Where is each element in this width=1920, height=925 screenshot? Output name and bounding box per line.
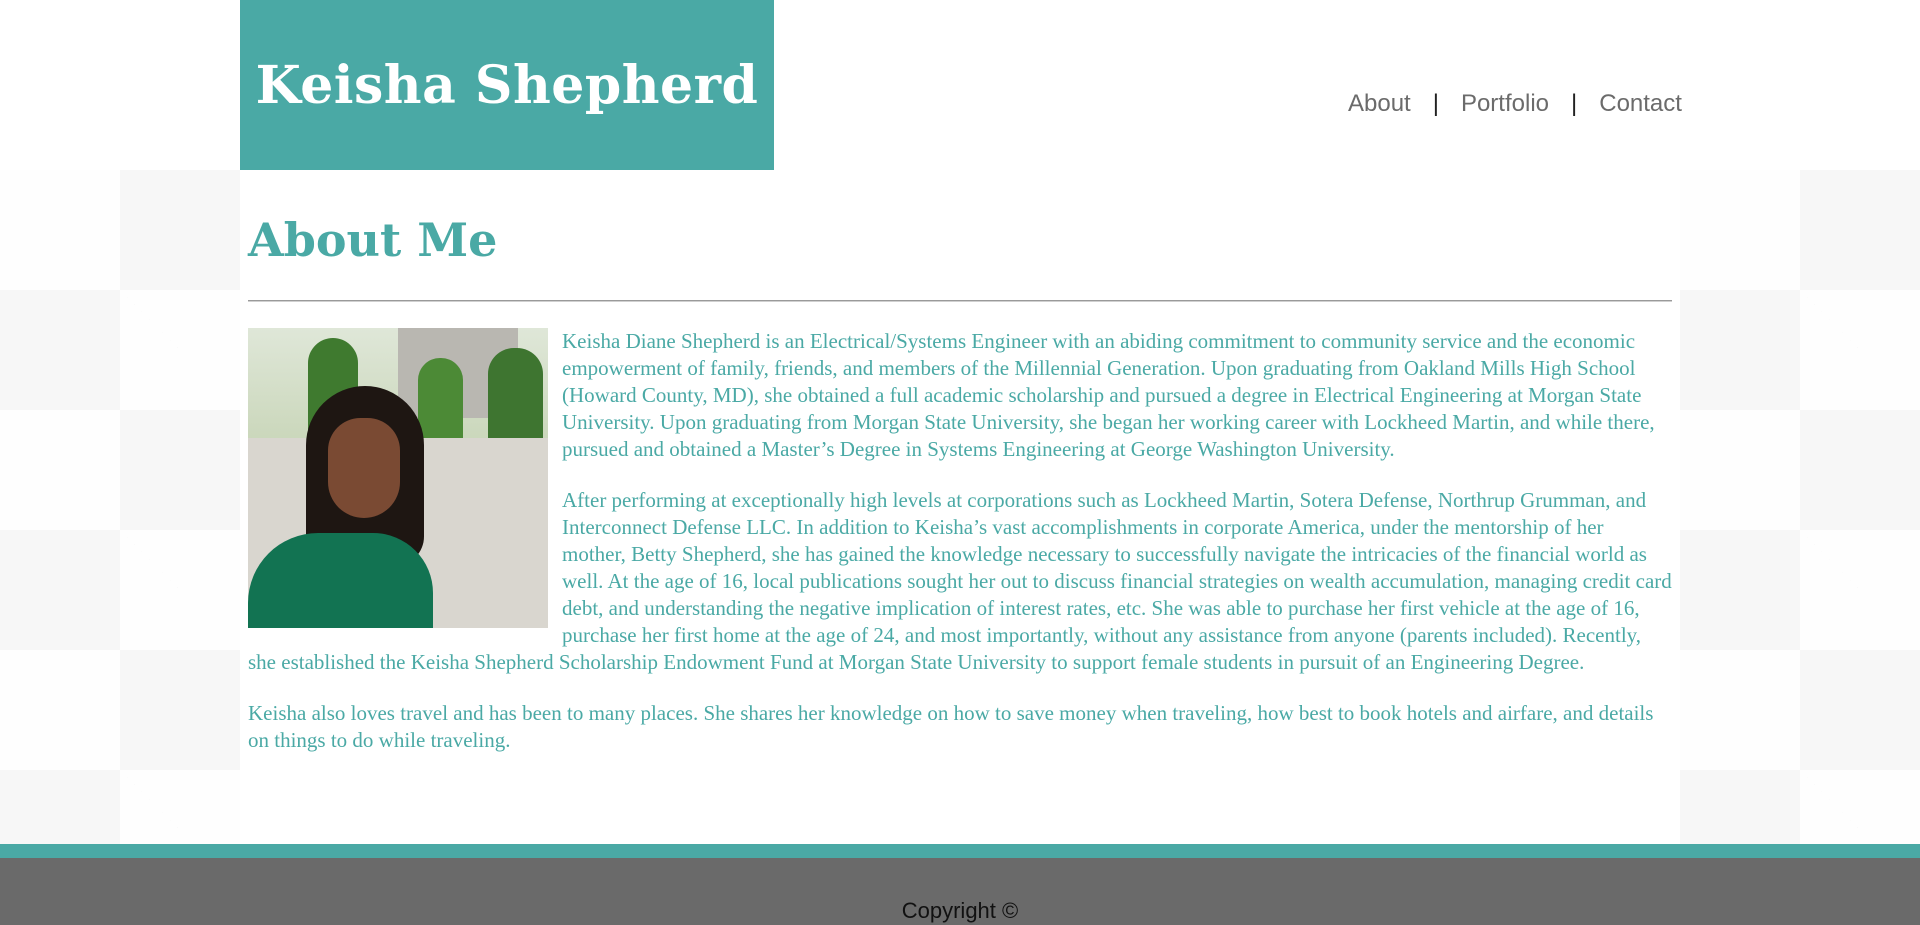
copyright-text: Copyright © xyxy=(901,898,1019,923)
nav-separator: | xyxy=(1571,90,1578,117)
nav-separator: | xyxy=(1432,90,1439,117)
divider xyxy=(248,300,1672,302)
about-content: About Me Keisha Diane Shepherd is an Ele… xyxy=(240,170,1680,844)
profile-photo xyxy=(248,328,548,628)
photo-person-body xyxy=(248,533,433,628)
nav-about-link[interactable]: About xyxy=(1348,90,1411,118)
site-header: Keisha Shepherd About | Portfolio | Cont… xyxy=(0,0,1920,170)
bio-paragraph: Keisha also loves travel and has been to… xyxy=(248,701,1654,752)
footer-accent-stripe xyxy=(0,844,1920,858)
page-title: About Me xyxy=(248,213,498,267)
brand-block[interactable]: Keisha Shepherd xyxy=(240,0,774,170)
photo-person-face xyxy=(328,418,400,518)
site-title[interactable]: Keisha Shepherd xyxy=(256,55,759,116)
about-section: About Me Keisha Diane Shepherd is an Ele… xyxy=(248,212,1672,778)
main-nav: About | Portfolio | Contact xyxy=(1348,90,1682,118)
nav-contact-link[interactable]: Contact xyxy=(1599,90,1682,118)
site-footer: Copyright © xyxy=(0,858,1920,925)
nav-portfolio-link[interactable]: Portfolio xyxy=(1461,90,1549,118)
